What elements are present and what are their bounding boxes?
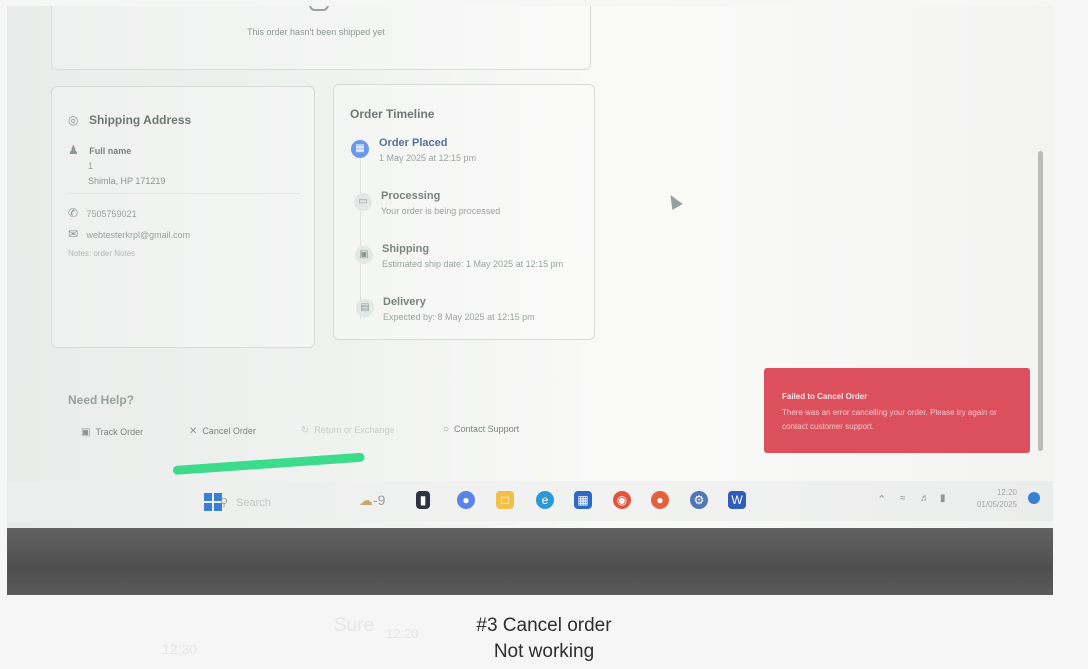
shipping-address-card: ◎ Shipping Address ♟ Full name 1 Shimla,… [51, 86, 315, 348]
tray-chevron-icon[interactable]: ⌃ [877, 493, 886, 506]
order-timeline-title: Order Timeline [350, 107, 435, 121]
monitor-photo: This order hasn't been shipped yet ◎ Shi… [7, 6, 1053, 595]
toast-title: Failed to Cancel Order [782, 392, 868, 401]
full-name-label: Full name [89, 146, 132, 156]
folder-icon[interactable]: □ [496, 491, 514, 509]
word-icon[interactable]: W [728, 491, 746, 509]
timeline-step-title: Shipping [382, 243, 430, 255]
timeline-connector [360, 159, 361, 319]
wifi-icon[interactable]: ≈ [900, 493, 906, 504]
address-line2: Shimla, HP 171219 [88, 176, 166, 186]
phone-icon: ✆ [68, 206, 79, 220]
chat-bubble-icon: ○ [443, 424, 450, 435]
phone-value: 7505759021 [86, 209, 137, 219]
need-help-section: Need Help? ▣ Track Order ✕ Cancel Order ↻ R… [51, 366, 671, 466]
edge-icon[interactable]: e [536, 491, 554, 509]
photo-caption: #3 Cancel order Not working [420, 613, 668, 665]
settings-icon[interactable]: ⚙ [690, 491, 708, 509]
mouse-cursor-icon [665, 191, 683, 211]
need-help-title: Need Help? [68, 393, 135, 407]
taskbar: ⚲ Search ☁-9 ▮ ● □ e ▦ ◉ ● ⚙ W ⌃ ≈ ♬ ▮ 12… [7, 481, 1053, 521]
clock-time: 12:20 [996, 488, 1017, 497]
timeline-step-subtitle: Expected by: 8 May 2025 at 12:15 pm [383, 312, 535, 322]
close-icon: ✕ [189, 426, 198, 437]
full-name-row: ♟ Full name [68, 141, 131, 159]
notification-icon[interactable] [1028, 492, 1040, 504]
timeline-step-subtitle: Estimated ship date: 1 May 2025 at 12:15… [382, 259, 564, 269]
chat-ghost-time-b: 12:30 [162, 641, 198, 657]
page-scrollbar[interactable] [1038, 151, 1043, 451]
contact-support-button[interactable]: ○ Contact Support [443, 424, 519, 435]
timeline-step-title: Processing [381, 190, 441, 202]
person-icon: ♟ [68, 143, 79, 157]
weather-temp: -9 [373, 492, 386, 508]
chrome-icon[interactable]: ◉ [613, 491, 631, 509]
order-placed-icon: ▦ [351, 140, 369, 158]
email-row: ✉ webtesterkrpl@gmail.com [68, 225, 190, 243]
clock-date: 01/05/2025 [976, 500, 1017, 509]
weather-icon: ☁ [359, 492, 373, 508]
mail-icon: ✉ [68, 227, 79, 241]
timeline-step-subtitle: Your order is being processed [381, 206, 501, 216]
widgets-icon[interactable]: ▮ [416, 491, 430, 509]
shipping-address-header: ◎ Shipping Address [68, 111, 191, 129]
shipping-address-title: Shipping Address [88, 113, 192, 127]
caption-line1: #3 Cancel order [476, 615, 612, 636]
location-pin-icon: ◎ [68, 113, 79, 127]
address-divider [68, 193, 300, 194]
weather-widget[interactable]: ☁-9 [359, 492, 385, 509]
firefox-icon[interactable]: ● [651, 491, 669, 509]
package-icon: ▤ [356, 299, 374, 317]
refresh-icon: ↻ [301, 425, 310, 436]
phone-row: ✆ 7505759021 [68, 204, 137, 222]
return-exchange-button[interactable]: ↻ Return or Exchange [301, 425, 394, 436]
caption-line2: Not working [493, 641, 595, 662]
email-value: webtesterkrpl@gmail.com [86, 230, 191, 240]
error-toast[interactable]: Failed to Cancel Order There was an erro… [764, 368, 1030, 453]
store-icon[interactable]: ▦ [574, 491, 592, 509]
order-timeline-card: Order Timeline ▦ Order Placed 1 May 2025… [333, 84, 595, 340]
taskbar-search[interactable]: ⚲ Search [220, 496, 271, 509]
cancel-order-button[interactable]: ✕ Cancel Order [189, 426, 256, 437]
chat-ghost-time: 12:20 [386, 626, 419, 641]
search-icon: ⚲ [220, 497, 229, 509]
return-exchange-label: Return or Exchange [314, 425, 395, 435]
clock[interactable]: 12:20 01/05/2025 [965, 487, 1017, 511]
battery-icon[interactable]: ▮ [940, 493, 946, 504]
toast-message: There was an error cancelling your order… [782, 408, 997, 431]
timeline-step-subtitle: 1 May 2025 at 12:15 pm [379, 153, 477, 163]
volume-icon[interactable]: ♬ [920, 493, 930, 504]
timeline-step-title: Delivery [383, 296, 426, 308]
timeline-step-title: Order Placed [379, 137, 448, 149]
track-order-button[interactable]: ▣ Track Order [81, 427, 143, 438]
truck-icon: ▣ [81, 427, 91, 438]
track-order-label: Track Order [95, 427, 144, 437]
order-notes: Notes: order Notes [68, 249, 136, 258]
truck-icon: ▣ [355, 246, 373, 264]
chat-ghost-word: Sure [334, 615, 375, 636]
search-placeholder: Search [236, 497, 271, 509]
processing-icon: ▭ [354, 193, 372, 211]
not-shipped-text: This order hasn't been shipped yet [247, 27, 385, 37]
shipment-status-card: This order hasn't been shipped yet [51, 6, 591, 70]
chat-icon[interactable]: ● [457, 491, 475, 509]
cancel-order-label: Cancel Order [202, 426, 256, 436]
address-line1: 1 [88, 161, 94, 171]
screen: This order hasn't been shipped yet ◎ Shi… [7, 6, 1053, 528]
shipment-box-icon [309, 6, 329, 11]
contact-support-label: Contact Support [454, 424, 520, 434]
monitor-bezel [7, 528, 1053, 595]
